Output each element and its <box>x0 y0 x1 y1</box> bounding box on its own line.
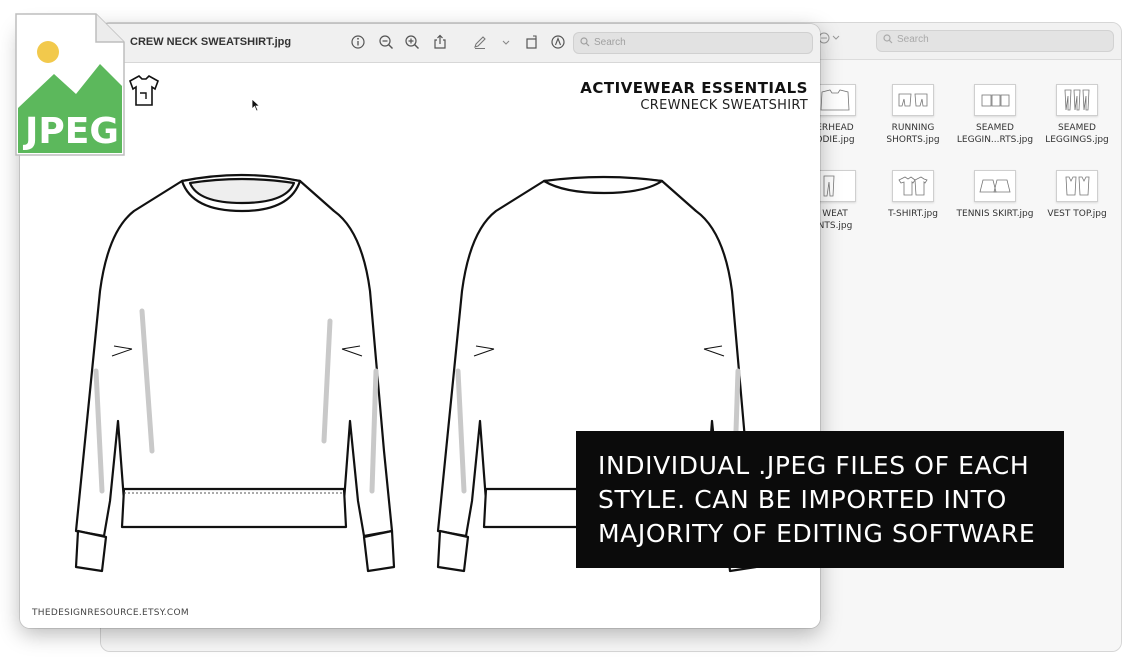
file-thumbnail <box>974 170 1016 202</box>
search-icon <box>883 34 893 44</box>
preview-search-input[interactable]: Search <box>573 32 813 54</box>
finder-search-placeholder: Search <box>897 34 929 45</box>
zoom-out-icon[interactable] <box>378 34 394 50</box>
shorts-thumbnail-icon <box>898 93 928 107</box>
caption-line: STYLE. CAN BE IMPORTED INTO <box>598 485 1007 514</box>
preview-search-placeholder: Search <box>594 37 626 48</box>
info-icon[interactable] <box>350 34 366 50</box>
zoom-in-icon[interactable] <box>404 34 420 50</box>
tshirt-thumbnail-icon <box>898 176 928 196</box>
sweatshirt-front-illustration <box>74 173 396 573</box>
window-title: CREW NECK SWEATSHIRT.jpg <box>130 36 292 48</box>
caption-box: INDIVIDUAL .JPEG FILES OF EACH STYLE. CA… <box>576 431 1064 568</box>
hoodie-thumbnail-icon <box>820 89 850 111</box>
finder-view-options-button[interactable] <box>818 32 842 47</box>
markup-icon[interactable] <box>472 34 488 50</box>
caption-line: MAJORITY OF EDITING SOFTWARE <box>598 519 1036 548</box>
mouse-cursor-icon <box>251 98 261 112</box>
brand-title: ACTIVEWEAR ESSENTIALS <box>580 79 808 97</box>
document-title-block: ACTIVEWEAR ESSENTIALS CREWNECK SWEATSHIR… <box>580 79 808 113</box>
file-item[interactable]: VEST TOP.jpg <box>1029 170 1121 220</box>
file-name: VEST TOP.jpg <box>1047 209 1107 219</box>
file-thumbnail <box>892 170 934 202</box>
annotate-icon[interactable] <box>550 34 566 50</box>
caption-line: INDIVIDUAL .JPEG FILES OF EACH <box>598 451 1030 480</box>
file-name: SEAMED LEGGINGS.jpg <box>1045 123 1109 145</box>
rotate-icon[interactable] <box>524 34 540 50</box>
chevron-down-icon[interactable] <box>498 34 514 50</box>
tennis-skirt-thumbnail-icon <box>979 179 1011 193</box>
share-icon[interactable] <box>432 34 448 50</box>
preview-toolbar: CREW NECK SWEATSHIRT.jpg Search <box>20 24 820 63</box>
finder-search-input[interactable]: Search <box>876 30 1114 52</box>
vest-top-thumbnail-icon <box>1065 176 1090 196</box>
leggings-thumbnail-icon <box>1064 89 1090 111</box>
jpeg-file-icon: JPEG <box>14 12 126 157</box>
file-thumbnail <box>1056 170 1098 202</box>
file-item[interactable]: SEAMED LEGGINGS.jpg <box>1029 84 1121 146</box>
file-thumbnail <box>814 84 856 116</box>
file-thumbnail <box>1056 84 1098 116</box>
sweatpants-thumbnail-icon <box>823 175 835 197</box>
file-thumbnail <box>974 84 1016 116</box>
brand-subtitle: CREWNECK SWEATSHIRT <box>640 98 808 113</box>
search-icon <box>580 37 590 47</box>
legging-shorts-thumbnail-icon <box>981 94 1010 107</box>
file-thumbnail <box>814 170 856 202</box>
file-thumbnail <box>892 84 934 116</box>
brand-logo-icon <box>129 75 159 106</box>
ellipsis-circle-icon <box>818 32 840 44</box>
footer-credit: THEDESIGNRESOURCE.ETSY.COM <box>32 608 189 618</box>
jpeg-badge-label: JPEG <box>25 111 119 152</box>
sun-icon <box>37 41 59 63</box>
